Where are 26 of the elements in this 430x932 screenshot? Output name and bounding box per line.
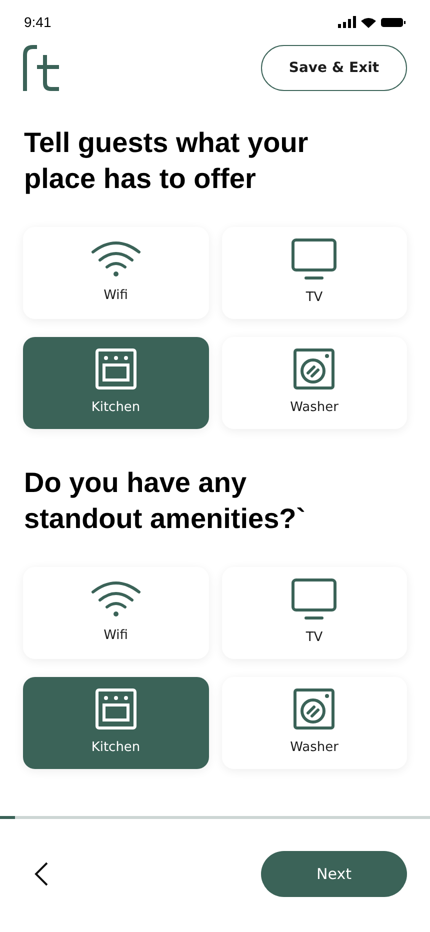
amenity-card[interactable]: Washer: [222, 677, 407, 769]
section-heading: Do you have any standout amenities?`: [23, 466, 307, 536]
status-time: 9:41: [24, 12, 52, 32]
logo-icon: [23, 45, 59, 91]
battery-icon: [381, 18, 406, 26]
wifi-icon: [90, 580, 141, 618]
next-button[interactable]: Next: [261, 851, 407, 897]
amenity-card[interactable]: Washer: [222, 337, 407, 429]
amenity-card[interactable]: TV: [222, 567, 407, 659]
washer-icon: [293, 688, 336, 730]
amenity-card[interactable]: Kitchen: [23, 337, 208, 429]
amenity-card[interactable]: Kitchen: [23, 677, 208, 769]
wifi-icon: [90, 240, 141, 278]
tv-icon: [291, 238, 338, 280]
signal-icon: [338, 16, 356, 28]
washer-icon: [293, 348, 336, 390]
amenity-card[interactable]: Wifi: [23, 227, 208, 319]
section-heading: Tell guests what your place has to offer: [23, 126, 310, 196]
oven-icon: [94, 688, 137, 730]
amenity-card[interactable]: Wifi: [23, 567, 208, 659]
save-exit-button[interactable]: Save & Exit: [261, 45, 407, 91]
back-icon: [34, 862, 48, 886]
tv-icon: [291, 578, 338, 620]
oven-icon: [94, 348, 137, 390]
amenity-card[interactable]: TV: [222, 227, 407, 319]
wifi-status-icon: [361, 16, 376, 28]
